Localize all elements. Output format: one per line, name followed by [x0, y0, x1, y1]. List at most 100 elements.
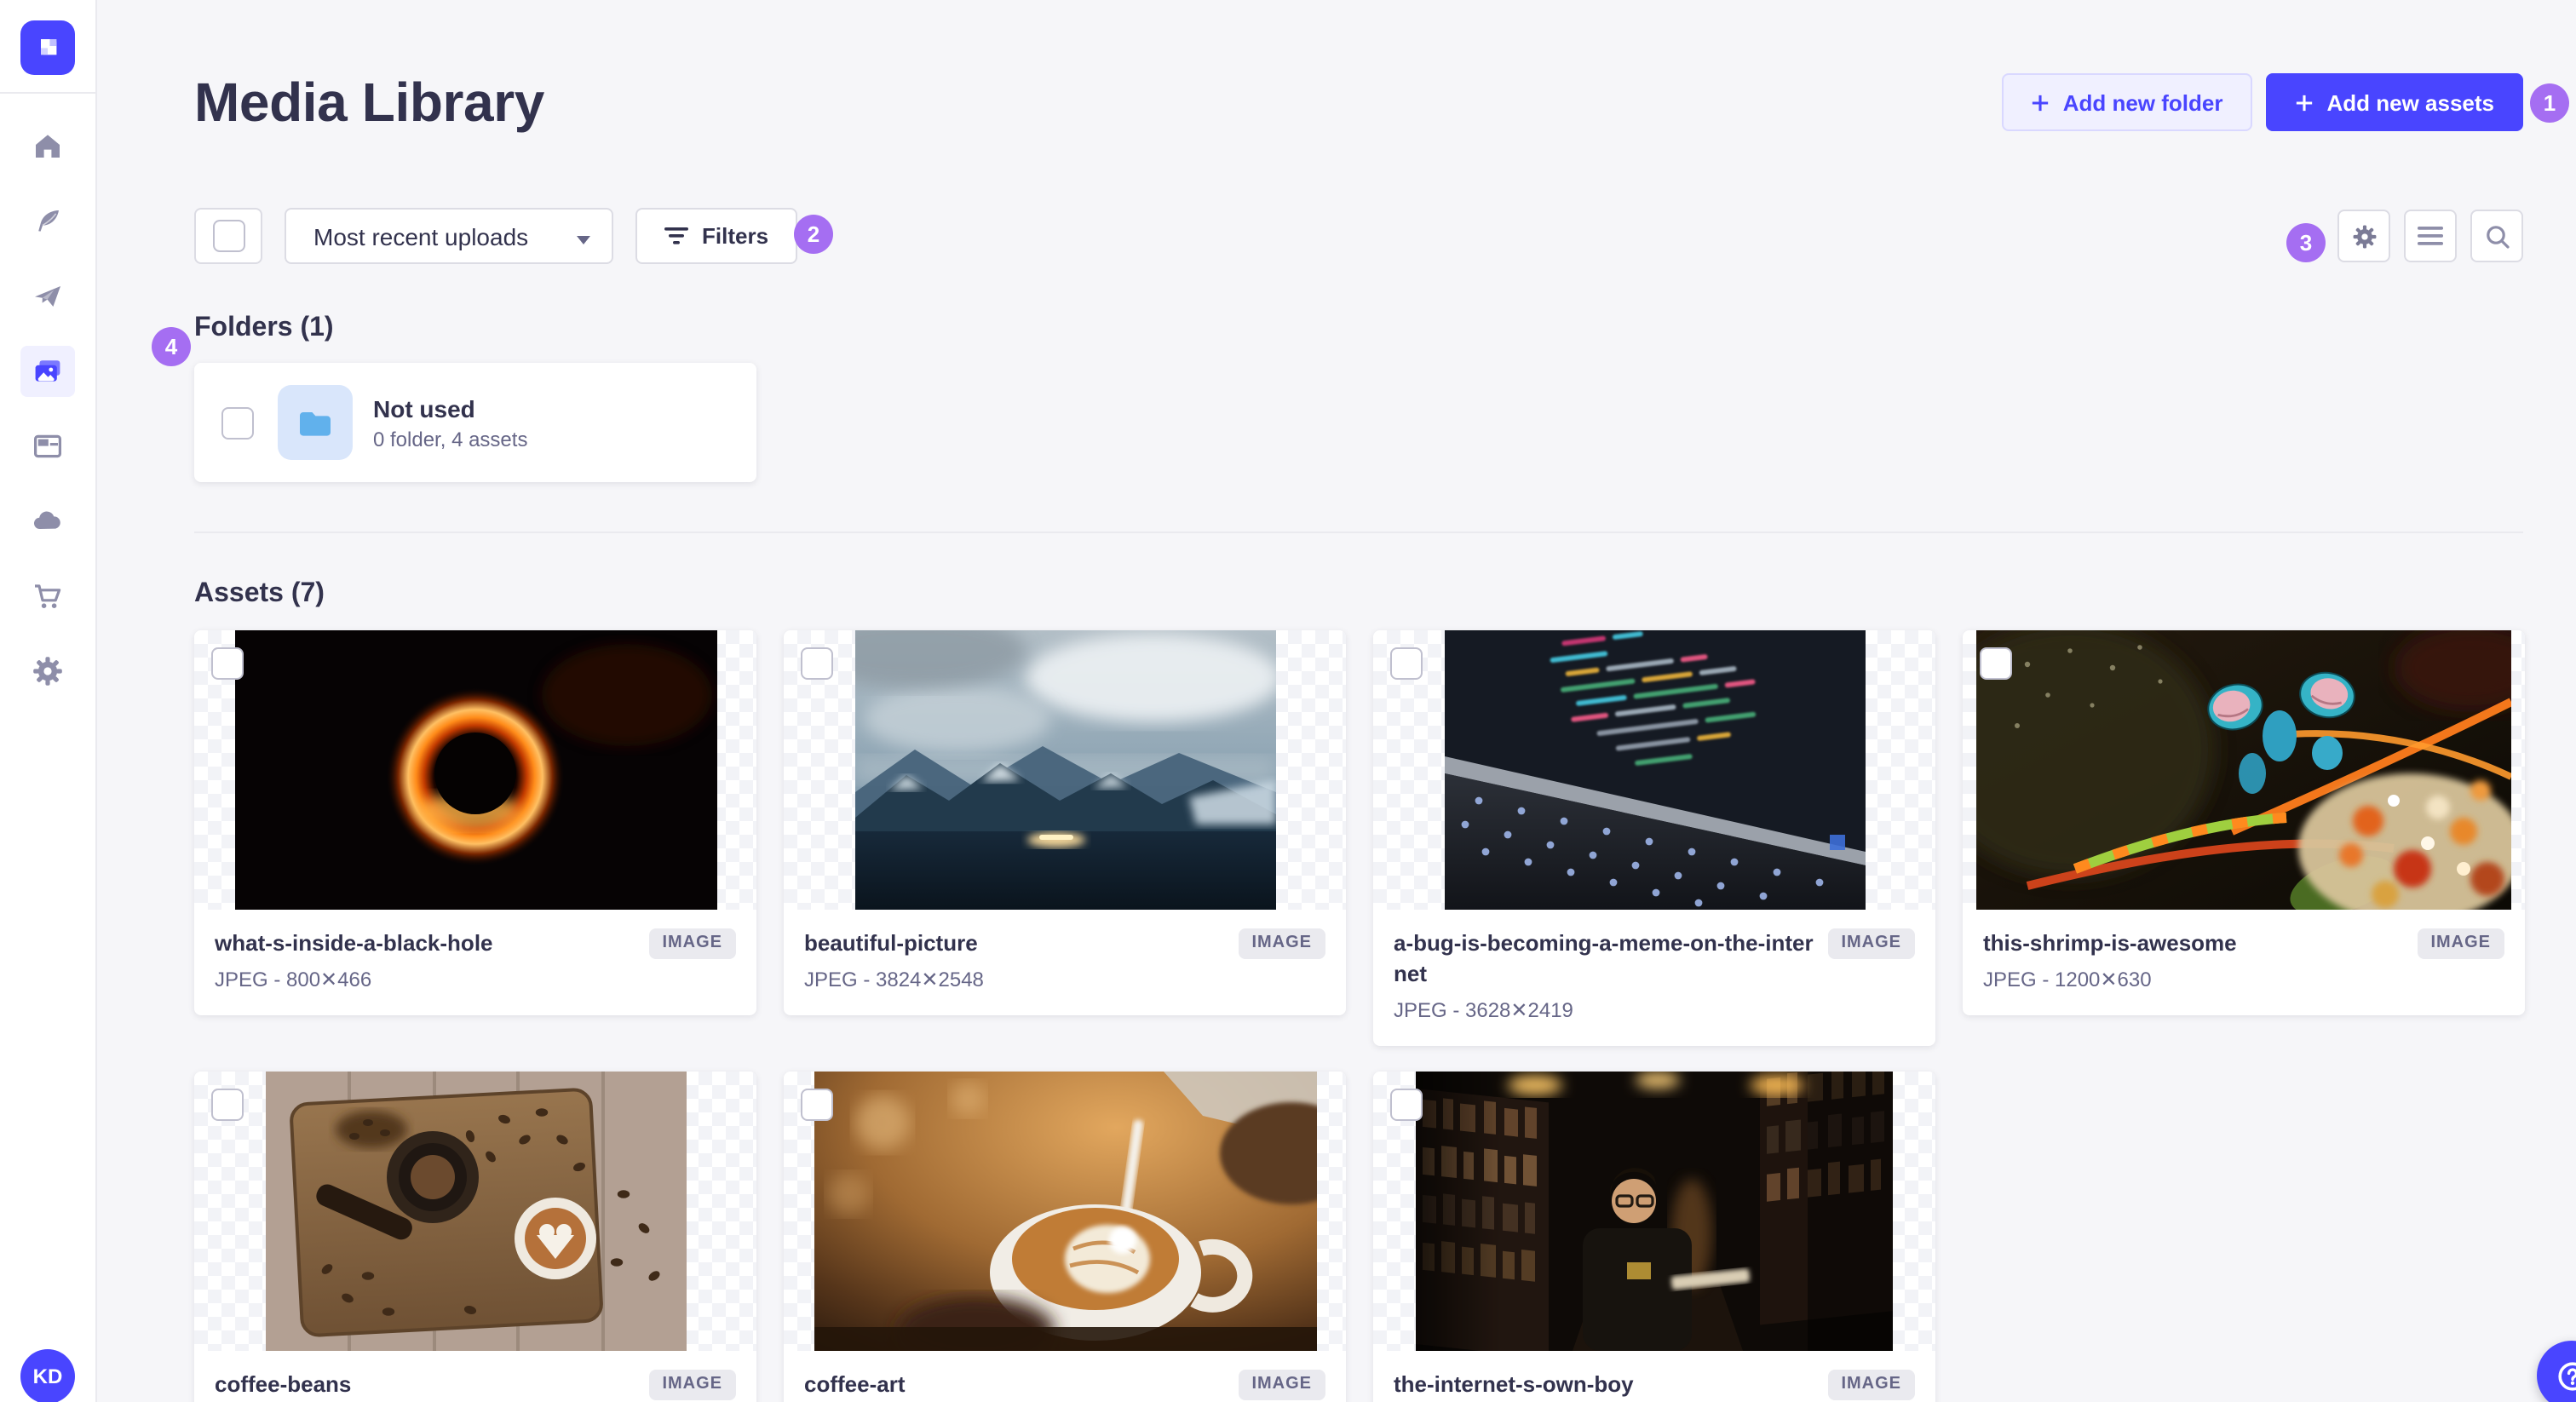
- user-avatar[interactable]: KD: [20, 1349, 75, 1402]
- cog-icon: [2352, 224, 2376, 248]
- asset-thumbnail: [194, 630, 756, 910]
- sidebar-item-marketplace[interactable]: [20, 571, 75, 622]
- sidebar-item-settings[interactable]: [20, 646, 75, 697]
- asset-footer: this-shrimp-is-awesome IMAGE JPEG - 1200…: [1963, 910, 2525, 1015]
- page-header: Media Library Add new folder Add new ass…: [194, 68, 2523, 136]
- annotation-badge-2: 2: [794, 215, 833, 254]
- asset-card[interactable]: coffee-beans IMAGE JPEG - 5021✕3347: [194, 1072, 756, 1402]
- sidebar-item-media-library[interactable]: [20, 346, 75, 397]
- add-new-assets-button[interactable]: Add new assets: [2265, 73, 2523, 131]
- chevron-down-icon: [576, 222, 591, 250]
- page-title: Media Library: [194, 72, 544, 133]
- asset-checkbox[interactable]: [801, 1089, 833, 1121]
- sort-dropdown-value: Most recent uploads: [313, 222, 529, 250]
- plus-icon: [2032, 94, 2048, 111]
- asset-name: coffee-art: [804, 1371, 906, 1397]
- asset-checkbox[interactable]: [211, 1089, 244, 1121]
- add-new-folder-label: Add new folder: [2062, 89, 2223, 115]
- asset-name: coffee-beans: [215, 1371, 352, 1397]
- asset-card[interactable]: a-bug-is-becoming-a-meme-on-the-internet…: [1373, 630, 1935, 1046]
- paper-plane-icon: [35, 286, 60, 307]
- assets-section-title: Assets (7): [194, 579, 325, 608]
- question-icon: [2557, 1361, 2576, 1390]
- annotation-badge-1: 1: [2530, 83, 2569, 123]
- asset-card[interactable]: what-s-inside-a-black-hole IMAGE JPEG - …: [194, 630, 756, 1015]
- asset-meta: JPEG - 3824✕2548: [804, 968, 984, 991]
- folder-card[interactable]: Not used 0 folder, 4 assets: [194, 363, 756, 482]
- gear-icon: [33, 657, 62, 686]
- asset-thumbnail: [1963, 630, 2525, 910]
- folder-icon: [300, 412, 331, 436]
- asset-thumbnail: [1373, 1072, 1935, 1351]
- asset-checkbox[interactable]: [1980, 647, 2012, 680]
- sidebar-item-home[interactable]: [20, 121, 75, 172]
- sidebar-item-content-type-builder[interactable]: [20, 421, 75, 472]
- sidebar-item-content[interactable]: [20, 196, 75, 247]
- assets-grid: what-s-inside-a-black-hole IMAGE JPEG - …: [194, 630, 2525, 1402]
- asset-card[interactable]: this-shrimp-is-awesome IMAGE JPEG - 1200…: [1963, 630, 2525, 1015]
- asset-footer: what-s-inside-a-black-hole IMAGE JPEG - …: [194, 910, 756, 1015]
- asset-checkbox[interactable]: [801, 647, 833, 680]
- folder-checkbox[interactable]: [221, 406, 254, 439]
- folder-icon-badge: [278, 385, 353, 460]
- search-button[interactable]: [2470, 210, 2523, 262]
- asset-name: what-s-inside-a-black-hole: [215, 930, 493, 956]
- list-icon: [2418, 227, 2443, 245]
- strapi-logo-icon: [41, 39, 57, 55]
- header-actions: Add new folder Add new assets: [2001, 73, 2523, 131]
- add-new-folder-button[interactable]: Add new folder: [2001, 73, 2252, 131]
- folder-name: Not used: [373, 394, 475, 422]
- home-icon: [36, 135, 60, 158]
- sort-dropdown[interactable]: Most recent uploads: [285, 208, 613, 264]
- asset-name: the-internet-s-own-boy: [1394, 1371, 1634, 1397]
- asset-type-badge: IMAGE: [648, 928, 736, 959]
- asset-meta: JPEG - 800✕466: [215, 968, 372, 991]
- asset-footer: coffee-beans IMAGE JPEG - 5021✕3347: [194, 1351, 756, 1402]
- sidebar-item-cloud[interactable]: [20, 496, 75, 547]
- folder-texts: Not used 0 folder, 4 assets: [373, 394, 527, 451]
- asset-type-badge: IMAGE: [1238, 1370, 1325, 1400]
- asset-name: a-bug-is-becoming-a-meme-on-the-internet: [1394, 930, 1814, 986]
- annotation-badge-3: 3: [2286, 223, 2326, 262]
- section-divider: [194, 531, 2523, 533]
- add-new-assets-label: Add new assets: [2326, 89, 2494, 115]
- asset-meta: JPEG - 1200✕630: [1983, 968, 2152, 991]
- select-all-container: [194, 208, 262, 264]
- toolbar: Most recent uploads Filters: [194, 208, 2523, 264]
- asset-name: beautiful-picture: [804, 930, 978, 956]
- asset-card[interactable]: the-internet-s-own-boy IMAGE JPEG - 1200…: [1373, 1072, 1935, 1402]
- asset-checkbox[interactable]: [1390, 647, 1423, 680]
- sidebar-item-deploy[interactable]: [20, 271, 75, 322]
- plus-icon: [2296, 94, 2312, 111]
- asset-card[interactable]: beautiful-picture IMAGE JPEG - 3824✕2548: [784, 630, 1346, 1015]
- asset-thumbnail: [1373, 630, 1935, 910]
- asset-checkbox[interactable]: [1390, 1089, 1423, 1121]
- cart-icon: [35, 584, 61, 608]
- asset-name: this-shrimp-is-awesome: [1983, 930, 2237, 956]
- sidebar: KD: [0, 0, 97, 1402]
- asset-checkbox[interactable]: [211, 647, 244, 680]
- asset-thumbnail: [784, 1072, 1346, 1351]
- asset-type-badge: IMAGE: [1827, 928, 1915, 959]
- app-window: KD Media Library Add new folder Add new …: [0, 0, 2576, 1402]
- asset-thumbnail: [784, 630, 1346, 910]
- view-controls: [2337, 210, 2523, 262]
- asset-type-badge: IMAGE: [1238, 928, 1325, 959]
- asset-card[interactable]: coffee-art IMAGE JPEG - 5824✕3259: [784, 1072, 1346, 1402]
- feather-icon: [38, 210, 59, 232]
- list-view-button[interactable]: [2404, 210, 2457, 262]
- media-library-icon: [35, 360, 60, 382]
- sidebar-divider: [0, 92, 95, 94]
- grid-settings-button[interactable]: [2337, 210, 2390, 262]
- asset-footer: a-bug-is-becoming-a-meme-on-the-internet…: [1373, 910, 1935, 1046]
- asset-type-badge: IMAGE: [2417, 928, 2504, 959]
- filters-button[interactable]: Filters: [635, 208, 798, 264]
- asset-footer: coffee-art IMAGE JPEG - 5824✕3259: [784, 1351, 1346, 1402]
- select-all-checkbox[interactable]: [212, 220, 244, 252]
- asset-footer: beautiful-picture IMAGE JPEG - 3824✕2548: [784, 910, 1346, 1015]
- search-icon: [2486, 225, 2509, 248]
- filter-icon: [664, 227, 688, 244]
- app-logo[interactable]: [20, 20, 75, 75]
- layout-icon: [33, 434, 61, 458]
- sidebar-nav: [0, 121, 95, 697]
